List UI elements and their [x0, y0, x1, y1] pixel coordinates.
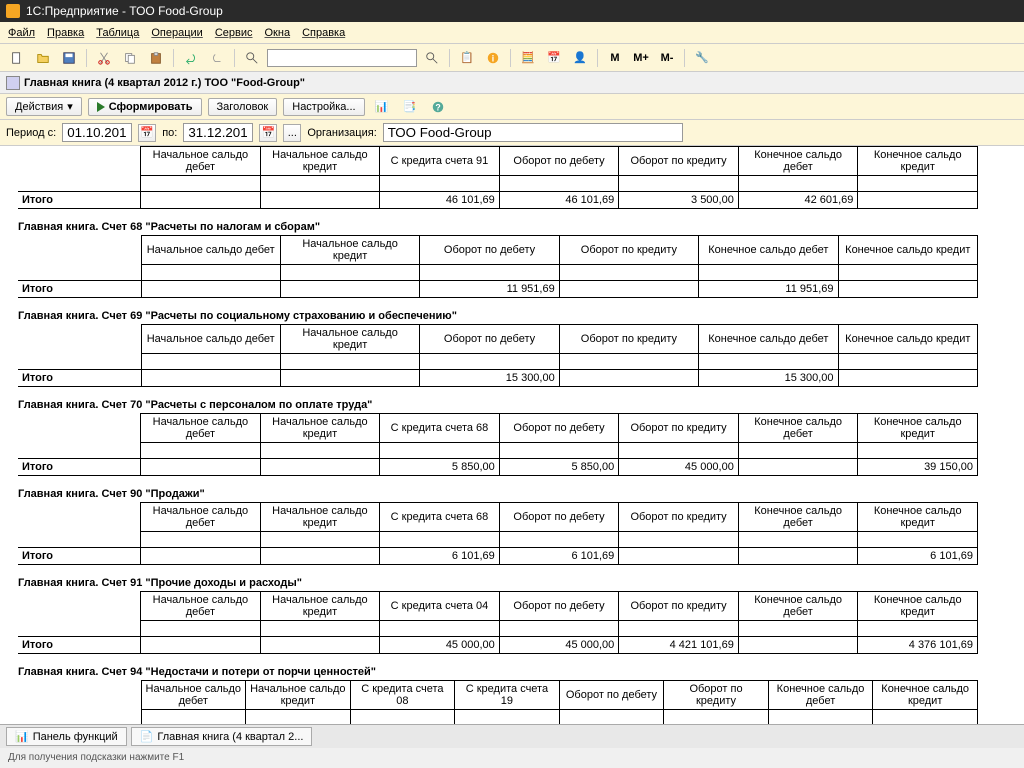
period-label: Период с:	[6, 127, 56, 139]
date-to-picker[interactable]: 📅	[259, 124, 277, 142]
copy-button[interactable]	[119, 47, 141, 69]
tab-icon	[6, 76, 20, 90]
redo-button[interactable]	[206, 47, 228, 69]
date-to-input[interactable]	[183, 123, 253, 142]
document-tab-header: Главная книга (4 квартал 2012 г.) ТОО "F…	[0, 72, 1024, 94]
svg-text:i: i	[492, 53, 494, 63]
ledger-table: Начальное сальдо дебетНачальное сальдо к…	[18, 680, 978, 726]
sort-icon[interactable]: 📑	[399, 96, 421, 118]
search-go-button[interactable]	[421, 47, 443, 69]
ledger-table: Начальное сальдо дебетНачальное сальдо к…	[18, 324, 978, 387]
report-content[interactable]: Начальное сальдо дебетНачальное сальдо к…	[0, 146, 1024, 726]
panel-icon: 📊	[15, 730, 29, 743]
menu-edit[interactable]: Правка	[47, 27, 84, 39]
period-select-button[interactable]: ...	[283, 124, 301, 142]
document-toolbar: Действия ▾ Сформировать Заголовок Настро…	[0, 94, 1024, 120]
section-title: Главная книга. Счет 94 "Недостачи и поте…	[18, 658, 1006, 680]
status-bar: 📊 Панель функций 📄 Главная книга (4 квар…	[0, 724, 1024, 748]
panel-functions-tab[interactable]: 📊 Панель функций	[6, 727, 127, 746]
document-icon: 📄	[140, 730, 154, 743]
calc-button[interactable]: 🧮	[517, 47, 539, 69]
paste-button[interactable]	[145, 47, 167, 69]
chevron-down-icon: ▾	[67, 100, 73, 113]
new-button[interactable]	[6, 47, 28, 69]
m-button[interactable]: M	[604, 47, 626, 69]
form-button[interactable]: Сформировать	[88, 98, 202, 116]
ledger-table: Начальное сальдо дебетНачальное сальдо к…	[18, 235, 978, 298]
wrench-icon[interactable]: 🔧	[691, 47, 713, 69]
menu-operations[interactable]: Операции	[151, 27, 202, 39]
document-title: Главная книга (4 квартал 2012 г.) ТОО "F…	[24, 77, 305, 89]
date-from-picker[interactable]: 📅	[138, 124, 156, 142]
save-button[interactable]	[58, 47, 80, 69]
ledger-table: Начальное сальдо дебетНачальное сальдо к…	[18, 591, 978, 654]
params-bar: Период с: 📅 по: 📅 ... Организация:	[0, 120, 1024, 146]
report-button[interactable]: 📋	[456, 47, 478, 69]
menu-file[interactable]: Файл	[8, 27, 35, 39]
section-title: Главная книга. Счет 68 "Расчеты по налог…	[18, 213, 1006, 235]
menu-table[interactable]: Таблица	[96, 27, 139, 39]
cut-button[interactable]	[93, 47, 115, 69]
user-button[interactable]: 👤	[569, 47, 591, 69]
main-toolbar: 📋 i 🧮 📅 👤 M M+ M- 🔧	[0, 44, 1024, 72]
section-title: Главная книга. Счет 70 "Расчеты с персон…	[18, 391, 1006, 413]
app-logo-icon	[6, 4, 20, 18]
main-menu: Файл Правка Таблица Операции Сервис Окна…	[0, 22, 1024, 44]
ledger-table: Начальное сальдо дебетНачальное сальдо к…	[18, 146, 978, 209]
help-button[interactable]: ?	[427, 96, 449, 118]
section-title: Главная книга. Счет 91 "Прочие доходы и …	[18, 569, 1006, 591]
filter-icon[interactable]: 📊	[371, 96, 393, 118]
actions-button[interactable]: Действия ▾	[6, 97, 82, 116]
open-button[interactable]	[32, 47, 54, 69]
window-title: 1С:Предприятие - ТОО Food-Group	[26, 4, 223, 18]
m-minus-button[interactable]: M-	[656, 47, 678, 69]
menu-windows[interactable]: Окна	[265, 27, 291, 39]
section-title: Главная книга. Счет 90 "Продажи"	[18, 480, 1006, 502]
search-icon[interactable]	[241, 47, 263, 69]
menu-help[interactable]: Справка	[302, 27, 345, 39]
m-plus-button[interactable]: M+	[630, 47, 652, 69]
header-button[interactable]: Заголовок	[208, 98, 278, 116]
undo-button[interactable]	[180, 47, 202, 69]
help-icon[interactable]: i	[482, 47, 504, 69]
to-label: по:	[162, 127, 177, 139]
play-icon	[97, 102, 105, 112]
ledger-table: Начальное сальдо дебетНачальное сальдо к…	[18, 413, 978, 476]
hint-bar: Для получения подсказки нажмите F1	[0, 750, 1024, 768]
org-label: Организация:	[307, 127, 376, 139]
menu-service[interactable]: Сервис	[215, 27, 253, 39]
settings-button[interactable]: Настройка...	[283, 98, 364, 116]
ledger-tab[interactable]: 📄 Главная книга (4 квартал 2...	[131, 727, 313, 746]
ledger-table: Начальное сальдо дебетНачальное сальдо к…	[18, 502, 978, 565]
svg-text:?: ?	[435, 102, 440, 112]
window-titlebar: 1С:Предприятие - ТОО Food-Group	[0, 0, 1024, 22]
section-title: Главная книга. Счет 69 "Расчеты по социа…	[18, 302, 1006, 324]
calendar-button[interactable]: 📅	[543, 47, 565, 69]
search-input[interactable]	[267, 49, 417, 67]
date-from-input[interactable]	[62, 123, 132, 142]
org-input[interactable]	[383, 123, 683, 142]
